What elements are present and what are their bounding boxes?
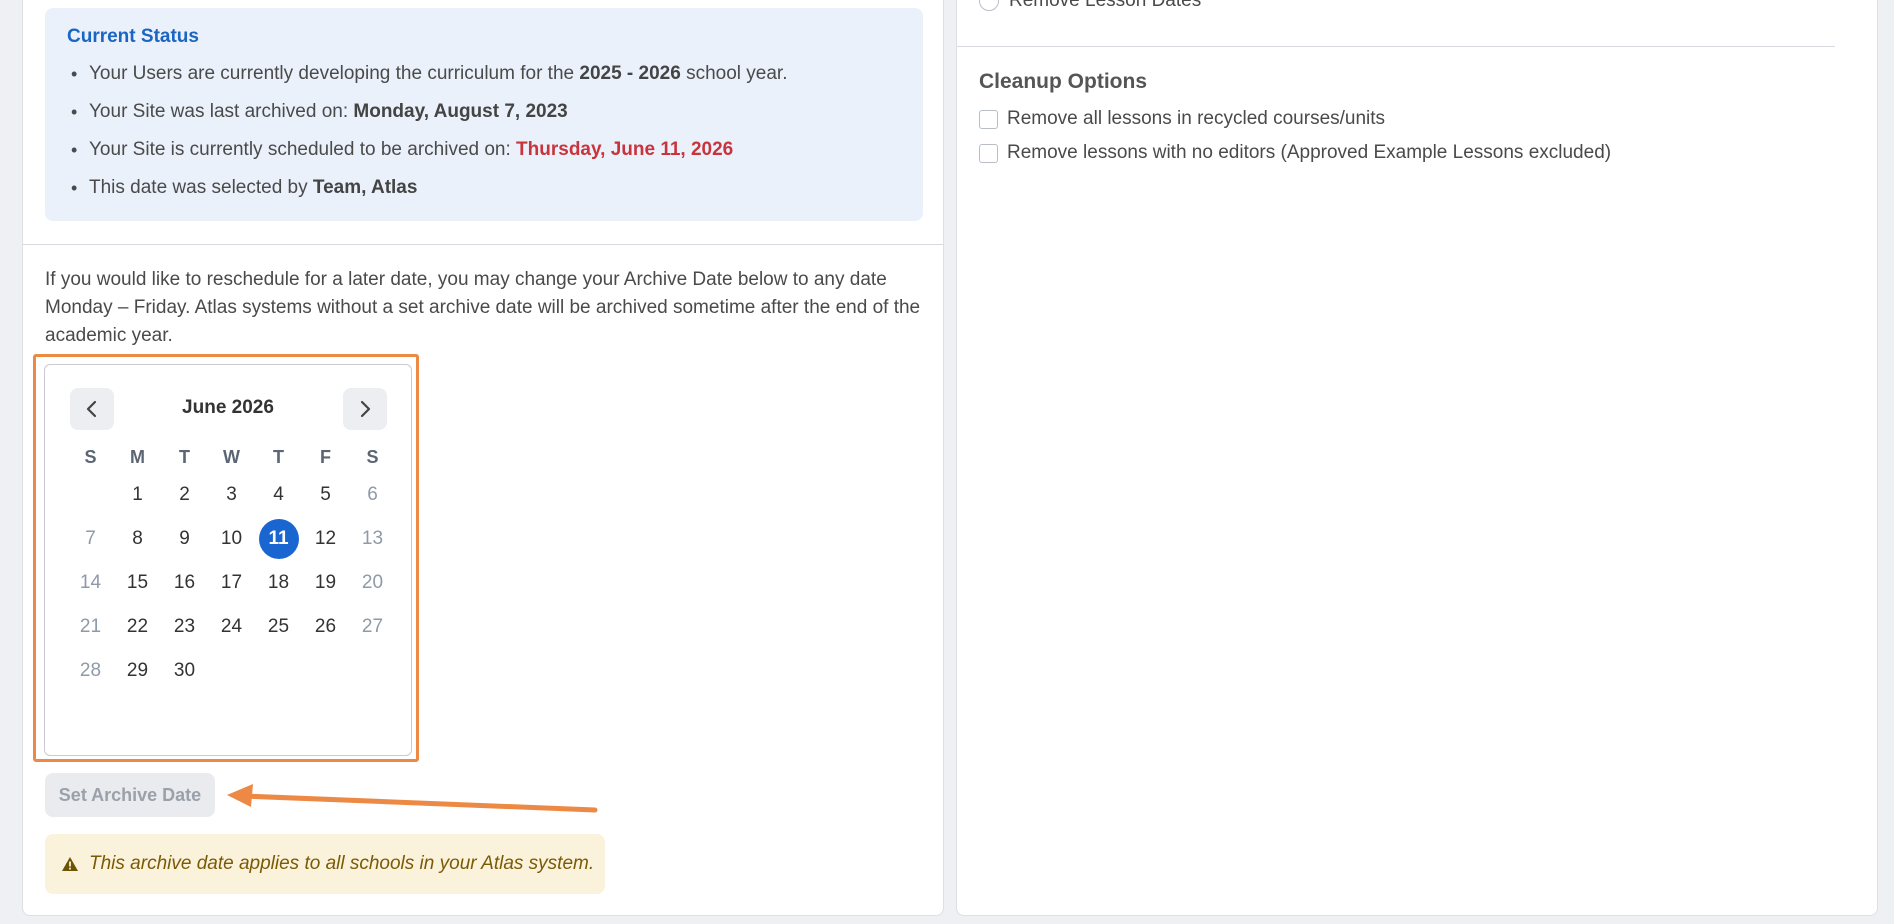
weekday-header: T <box>273 447 284 467</box>
chevron-left-icon <box>86 400 97 418</box>
weekday-header: W <box>223 447 240 467</box>
calendar-day[interactable]: 5 <box>302 473 349 517</box>
calendar-day[interactable]: 27 <box>349 605 396 649</box>
set-archive-date-button[interactable]: Set Archive Date <box>45 773 215 817</box>
status-scheduled-archive: Your Site is currently scheduled to be a… <box>67 138 901 162</box>
calendar-day[interactable]: 23 <box>161 605 208 649</box>
calendar-day[interactable]: 8 <box>114 517 161 561</box>
calendar-day[interactable]: 13 <box>349 517 396 561</box>
calendar-day[interactable]: 17 <box>208 561 255 605</box>
prev-month-button[interactable] <box>70 388 114 430</box>
calendar-day[interactable]: 3 <box>208 473 255 517</box>
calendar-day[interactable]: 28 <box>67 649 114 693</box>
checkbox[interactable] <box>979 109 998 129</box>
status-curriculum-year: Your Users are currently developing the … <box>67 62 901 86</box>
chevron-right-icon <box>360 400 371 418</box>
reschedule-description: If you would like to reschedule for a la… <box>45 269 921 346</box>
remove-recycled-lessons-option[interactable]: Remove all lessons in recycled courses/u… <box>979 108 1385 130</box>
calendar-day[interactable]: 19 <box>302 561 349 605</box>
calendar-day[interactable]: 16 <box>161 561 208 605</box>
weekday-header: S <box>366 447 379 467</box>
calendar-day[interactable]: 15 <box>114 561 161 605</box>
warning-icon <box>62 857 78 871</box>
status-selected-by: This date was selected by Team, Atlas <box>67 176 901 200</box>
checkbox[interactable] <box>979 143 998 163</box>
option-label: Remove all lessons in recycled courses/u… <box>1007 108 1386 129</box>
divider <box>23 244 943 245</box>
weekday-header: S <box>84 447 97 467</box>
calendar-day[interactable]: 7 <box>67 517 114 561</box>
calendar-day[interactable]: 21 <box>67 605 114 649</box>
warning-text: This archive date applies to all schools… <box>89 853 595 874</box>
option-label: Remove lessons with no editors (Approved… <box>1007 142 1612 163</box>
annotation-arrow-icon <box>227 784 598 813</box>
cleanup-options-title: Cleanup Options <box>979 70 1147 93</box>
calendar-day[interactable]: 2 <box>161 473 208 517</box>
radio-button[interactable] <box>979 0 999 11</box>
selected-day-marker: 11 <box>258 519 299 559</box>
calendar-day[interactable]: 20 <box>349 561 396 605</box>
status-title: Current Status <box>67 26 199 47</box>
calendar-day[interactable]: 4 <box>255 473 302 517</box>
calendar-day[interactable]: 29 <box>114 649 161 693</box>
calendar-day[interactable]: 14 <box>67 561 114 605</box>
weekday-header: M <box>130 447 145 467</box>
current-status-box: Current Status Your Users are currently … <box>45 8 923 221</box>
divider <box>957 46 1835 47</box>
weekday-header: T <box>179 447 190 467</box>
weekday-header: F <box>320 447 331 467</box>
calendar-day[interactable]: 30 <box>161 649 208 693</box>
archive-panel: Current Status Your Users are currently … <box>22 0 944 916</box>
calendar-day[interactable]: 6 <box>349 473 396 517</box>
next-month-button[interactable] <box>343 388 387 430</box>
cleanup-panel: Remove Lesson Dates Cleanup Options Remo… <box>956 0 1878 916</box>
status-list: Your Users are currently developing the … <box>67 62 901 200</box>
warning-banner: This archive date applies to all schools… <box>45 834 605 894</box>
calendar-day[interactable]: 9 <box>161 517 208 561</box>
remove-lesson-dates-label: Remove Lesson Dates <box>1009 0 1202 11</box>
calendar-day[interactable]: 24 <box>208 605 255 649</box>
calendar-day-selected[interactable]: 11 <box>255 517 302 561</box>
calendar-month-label: June 2026 <box>182 397 274 418</box>
remove-lesson-dates-option[interactable]: Remove Lesson Dates <box>979 0 1201 12</box>
status-last-archived: Your Site was last archived on: Monday, … <box>67 100 901 124</box>
calendar-day[interactable]: 10 <box>208 517 255 561</box>
calendar-day[interactable]: 25 <box>255 605 302 649</box>
remove-no-editor-lessons-option[interactable]: Remove lessons with no editors (Approved… <box>979 142 1611 164</box>
calendar-day[interactable]: 12 <box>302 517 349 561</box>
archive-date-calendar: June 2026 S M T W T F S 1 2 3 4 5 6 7 8 9 10 11 12 13 14 15 16… <box>44 364 412 756</box>
calendar-grid: S M T W T F S 1 2 3 4 5 6 7 8 9 10 11 12 13 14 15 16 17 18 19 20 21… <box>67 441 396 693</box>
calendar-day[interactable]: 22 <box>114 605 161 649</box>
calendar-day[interactable]: 1 <box>114 473 161 517</box>
calendar-day[interactable]: 26 <box>302 605 349 649</box>
calendar-day[interactable]: 18 <box>255 561 302 605</box>
